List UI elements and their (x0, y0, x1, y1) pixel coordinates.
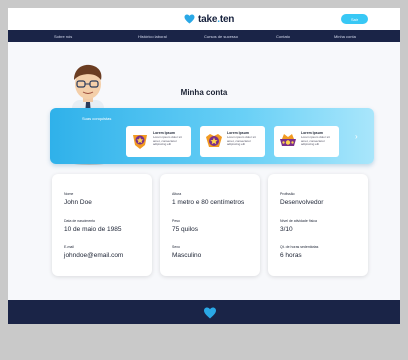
nav-item-cursos-de-sucesso[interactable]: Cursos de sucesso (204, 30, 238, 42)
logo[interactable]: take.ten (184, 12, 234, 26)
profile-card-body: Altura 1 metro e 80 centímetros Peso 75 … (160, 174, 260, 276)
footer (8, 300, 400, 324)
field-value: Desenvolvedor (280, 199, 324, 206)
achievements-title: Suas conquistas (82, 116, 112, 121)
field-label: Qt. de horas sedentárias (280, 245, 319, 249)
page: take.ten Sair Sobre nós Histórico labora… (8, 8, 400, 324)
profile-card-activity: Profissão Desenvolvedor Nível de ativida… (268, 174, 368, 276)
logout-button[interactable]: Sair (341, 14, 368, 24)
brand-name-suffix: ten (219, 13, 235, 25)
field-value: 10 de maio de 1985 (64, 226, 122, 233)
field-value: 3/10 (280, 226, 293, 233)
star-badge-icon (206, 134, 222, 147)
field-label: Nível de atividade física (280, 219, 317, 223)
field-value: 75 quilos (172, 226, 199, 233)
main-nav: Sobre nós Histórico laboral Cursos de su… (8, 30, 400, 42)
achievement-card[interactable]: Lorem Ipsum Lorem ipsum dolor sit amet, … (200, 126, 265, 157)
heart-logo-icon (184, 14, 195, 24)
field-label: Data de nascimento (64, 219, 96, 223)
field-value: johndoe@email.com (64, 252, 124, 259)
field-label: Peso (172, 219, 180, 223)
field-label: Altura (172, 192, 182, 196)
field-value: 1 metro e 80 centímetros (172, 199, 245, 206)
heart-logo-icon (204, 307, 216, 319)
field-value: 6 horas (280, 252, 302, 259)
nav-item-contato[interactable]: Contato (276, 30, 290, 42)
achievement-card[interactable]: Lorem Ipsum Lorem ipsum dolor sit amet, … (126, 126, 191, 157)
field-label: Profissão (280, 192, 295, 196)
achievement-card[interactable]: Lorem Ipsum Lorem ipsum dolor sit amet, … (274, 126, 339, 157)
nav-item-historico-laboral[interactable]: Histórico laboral (138, 30, 167, 42)
brand-name: take.ten (198, 14, 234, 25)
field-label: Nome (64, 192, 74, 196)
field-label: Sexo (172, 245, 180, 249)
outer-backdrop (0, 0, 408, 8)
crown-badge-icon (280, 134, 296, 146)
nav-item-minha-conta[interactable]: Minha conta (334, 30, 356, 42)
page-title: Minha conta (180, 88, 228, 97)
brand-name-main: take (198, 13, 218, 25)
field-value: Masculino (172, 252, 202, 259)
achievement-description: Lorem ipsum dolor sit amet, consectetur … (153, 135, 182, 147)
profile-card-personal: Nome John Doe Data de nascimento 10 de m… (52, 174, 152, 276)
achievement-description: Lorem ipsum dolor sit amet, consectetur … (227, 135, 256, 147)
achievement-description: Lorem ipsum dolor sit amet, consectetur … (301, 135, 330, 147)
nav-item-sobre-nos[interactable]: Sobre nós (54, 30, 72, 42)
field-value: John Doe (64, 199, 92, 206)
trophy-badge-icon (133, 135, 147, 149)
chevron-right-icon[interactable]: › (355, 132, 358, 141)
header: take.ten Sair (8, 8, 400, 30)
field-label: E-mail (64, 245, 74, 249)
